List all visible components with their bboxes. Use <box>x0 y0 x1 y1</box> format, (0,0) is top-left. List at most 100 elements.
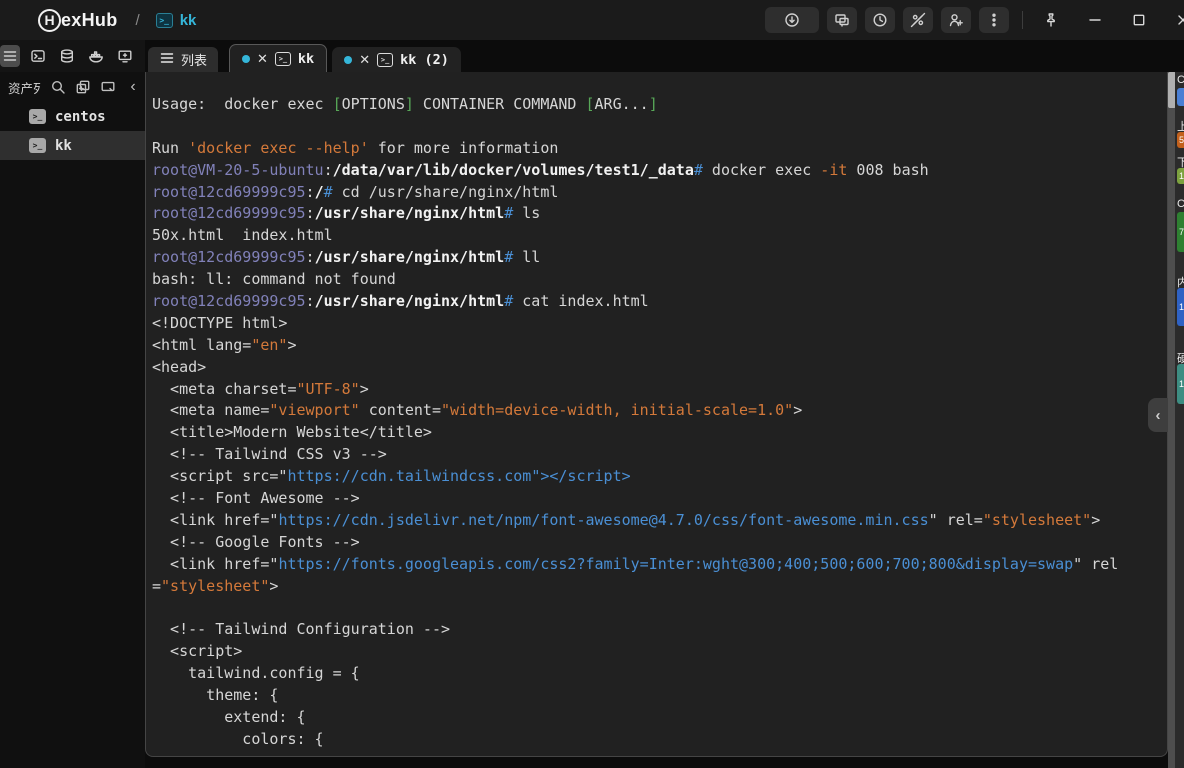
connected-dot <box>344 55 353 64</box>
terminal-output: Usage: docker exec [OPTIONS] CONTAINER C… <box>146 72 1167 751</box>
more-button[interactable] <box>979 7 1009 33</box>
stat-badge: 7 <box>1177 212 1184 252</box>
docker-icon[interactable] <box>87 45 105 67</box>
terminal-line: <meta name="viewport" content="width=dev… <box>152 401 803 420</box>
stats-strip: C上5下1C7内1硬1 <box>1175 72 1184 768</box>
server-list: >_ centos >_ kk <box>0 102 145 160</box>
breadcrumb-separator: / <box>135 11 140 29</box>
pin-icon <box>1043 12 1059 28</box>
terminal-line: extend: { <box>152 707 306 726</box>
terminal-icon: >_ <box>155 12 173 28</box>
titlebar: H exHub / >_ kk <box>0 0 1184 40</box>
tab-close-icon[interactable]: ✕ <box>257 52 268 65</box>
asset-panel-title: 资产列 <box>8 81 42 96</box>
stat-badge: 5 <box>1177 132 1184 148</box>
sidebar-nav-icons <box>0 40 145 72</box>
duplicate-add-icon[interactable] <box>75 79 91 95</box>
monitor-icon[interactable] <box>100 79 116 95</box>
tab-close-icon[interactable]: ✕ <box>359 53 370 66</box>
tab-label: kk (2) <box>400 51 449 68</box>
terminal-line: <!-- Font Awesome --> <box>152 489 360 508</box>
terminal-line: theme: { <box>152 686 279 705</box>
stat-badge: 1 <box>1177 288 1184 326</box>
right-panel-collapse-handle[interactable]: ‹ <box>1148 398 1168 432</box>
main-row: 资产列 ‹ >_ centos >_ kk Usage: docker exec [O… <box>0 72 1184 768</box>
terminal-icon: >_ <box>377 52 394 67</box>
logo-h-icon: H <box>38 8 61 32</box>
terminal-line: <script> <box>152 642 243 661</box>
terminal-line: <title>Modern Website</title> <box>152 423 432 442</box>
tab-kk[interactable]: ✕ >_ kk <box>229 44 328 72</box>
sidebar: 资产列 ‹ >_ centos >_ kk <box>0 72 145 768</box>
terminal-line: Usage: docker exec [OPTIONS] CONTAINER C… <box>152 95 658 113</box>
more-icon <box>986 12 1002 28</box>
titlebar-actions <box>765 7 1184 33</box>
terminal-line: <script src="https://cdn.tailwindcss.com… <box>152 467 631 486</box>
tab-bar: 列表 ✕ >_ kk ✕ >_ kk (2) <box>145 40 1184 72</box>
search-icon[interactable] <box>50 79 66 95</box>
close-button[interactable] <box>1168 7 1184 33</box>
app-title: exHub <box>61 9 118 30</box>
app-window: H exHub / >_ kk 列表 ✕ >_ kk ✕ >_ kk (2) 资产列 ‹ <box>0 0 1184 768</box>
terminal-line: Run 'docker exec --help' for more inform… <box>152 138 559 157</box>
update-button[interactable] <box>765 7 819 33</box>
stat-label: C <box>1177 74 1184 86</box>
terminal-icon: >_ <box>29 138 46 153</box>
database-icon[interactable] <box>58 45 76 67</box>
terminal-line: root@12cd69999c95:/usr/share/nginx/html#… <box>152 248 541 267</box>
tab-list[interactable]: 列表 <box>148 47 219 72</box>
terminal-line: root@12cd69999c95:/usr/share/nginx/html#… <box>152 204 541 223</box>
connected-dot <box>242 54 251 63</box>
asset-panel-header: 资产列 ‹ <box>0 72 145 102</box>
history-button[interactable] <box>865 7 895 33</box>
server-item-kk[interactable]: >_ kk <box>0 131 145 160</box>
titlebar-divider <box>1022 11 1023 29</box>
stat-badge: 1 <box>1177 364 1184 404</box>
percent-slash-icon <box>910 12 926 28</box>
terminal-line: <link href="https://fonts.googleapis.com… <box>152 554 1119 573</box>
server-name: kk <box>55 137 72 154</box>
terminal-panel[interactable]: Usage: docker exec [OPTIONS] CONTAINER C… <box>145 72 1168 757</box>
terminal-line: <!-- Tailwind Configuration --> <box>152 620 451 639</box>
terminal-line: <html lang="en"> <box>152 335 297 354</box>
terminal-line: <!-- Google Fonts --> <box>152 532 360 551</box>
list-icon <box>159 50 175 69</box>
server-name: centos <box>55 108 106 125</box>
maximize-icon <box>1131 12 1147 28</box>
terminal-line: <head> <box>152 357 207 376</box>
second-row: 列表 ✕ >_ kk ✕ >_ kk (2) <box>0 40 1184 72</box>
history-icon <box>872 12 888 28</box>
minimize-icon <box>1087 12 1103 28</box>
minimize-button[interactable] <box>1080 7 1110 33</box>
tab-kk-(2)[interactable]: ✕ >_ kk (2) <box>332 47 461 72</box>
server-item-centos[interactable]: >_ centos <box>0 102 145 131</box>
pin-button[interactable] <box>1036 7 1066 33</box>
tab-label: kk <box>297 50 315 67</box>
terminal-line: tailwind.config = { <box>152 664 360 683</box>
terminal-line: root@12cd69999c95:/usr/share/nginx/html#… <box>152 292 649 311</box>
list-icon[interactable] <box>0 45 20 67</box>
remote-desktop-icon[interactable] <box>116 45 134 67</box>
screens-icon <box>834 12 850 28</box>
tab-list-label: 列表 <box>181 53 208 68</box>
terminal-line: <!-- Tailwind CSS v3 --> <box>152 445 387 464</box>
terminal-line: root@12cd69999c95:/# cd /usr/share/nginx… <box>152 182 559 201</box>
close-icon <box>1175 12 1184 28</box>
terminal-line: <meta charset="UTF-8"> <box>152 379 369 398</box>
maximize-button[interactable] <box>1124 7 1154 33</box>
breadcrumb-session[interactable]: kk <box>180 12 197 29</box>
terminal-line: colors: { <box>152 729 324 748</box>
screens-button[interactable] <box>827 7 857 33</box>
percent-slash-button[interactable] <box>903 7 933 33</box>
add-user-button[interactable] <box>941 7 971 33</box>
terminal-icon[interactable] <box>29 45 47 67</box>
terminal-icon: >_ <box>29 109 46 124</box>
chevron-left-icon[interactable]: ‹ <box>125 78 141 96</box>
terminal-line: bash: ll: command not found <box>152 270 396 289</box>
terminal-line: <!DOCTYPE html> <box>152 313 288 332</box>
terminal-line: <link href="https://cdn.jsdelivr.net/npm… <box>152 510 1101 529</box>
update-icon <box>784 12 800 28</box>
terminal-icon: >_ <box>274 51 291 66</box>
